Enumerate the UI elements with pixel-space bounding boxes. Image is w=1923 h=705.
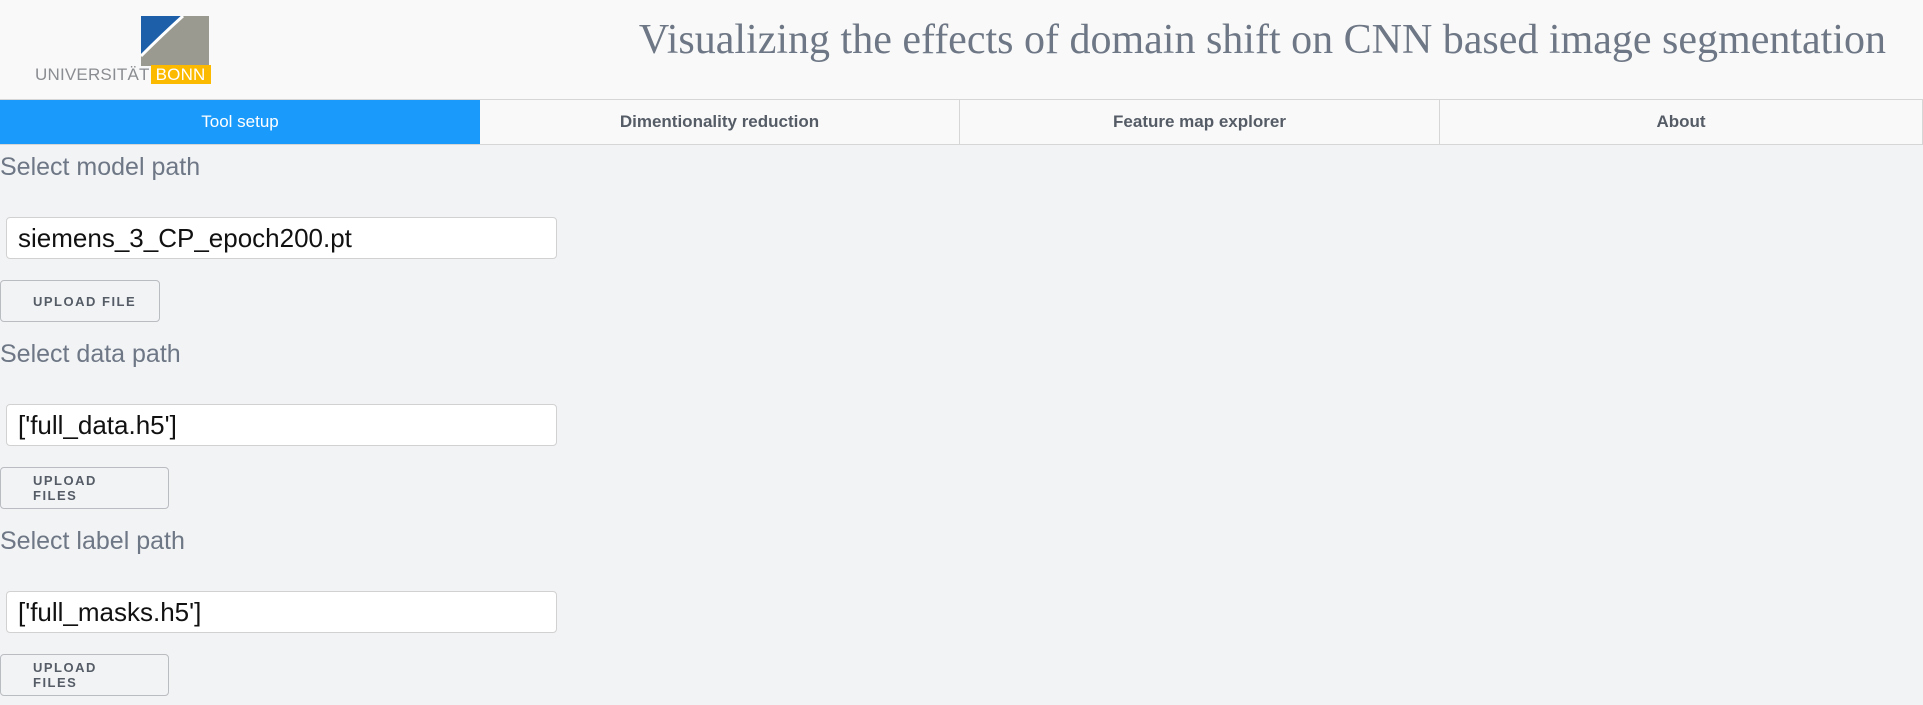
tab-feature-map-explorer[interactable]: Feature map explorer [960,100,1440,144]
model-path-input[interactable] [6,217,557,259]
model-path-label: Select model path [0,153,201,181]
app-page: UNIVERSITÄT BONN Visualizing the effects … [0,0,1923,705]
header: UNIVERSITÄT BONN Visualizing the effects … [0,0,1923,99]
tab-dimentionality-reduction[interactable]: Dimentionality reduction [480,100,960,144]
logo-mark-icon [139,14,209,66]
label-path-label: Select label path [0,527,185,555]
upload-model-button[interactable]: UPLOAD FILE [0,280,160,322]
data-path-label: Select data path [0,340,181,368]
data-path-input[interactable] [6,404,557,446]
page-title: Visualizing the effects of domain shift … [638,17,1886,63]
upload-data-button[interactable]: UPLOAD FILES [0,467,169,509]
label-path-input[interactable] [6,591,557,633]
logo-wordmark: UNIVERSITÄT BONN [35,65,211,85]
upload-labels-button[interactable]: UPLOAD FILES [0,654,169,696]
logo-highlight: BONN [150,65,211,84]
tab-bar: Tool setup Dimentionality reduction Feat… [0,99,1923,145]
university-logo: UNIVERSITÄT BONN [35,14,211,85]
tab-about[interactable]: About [1440,100,1923,144]
tab-tool-setup[interactable]: Tool setup [0,100,480,144]
logo-text: UNIVERSITÄT [35,65,150,84]
